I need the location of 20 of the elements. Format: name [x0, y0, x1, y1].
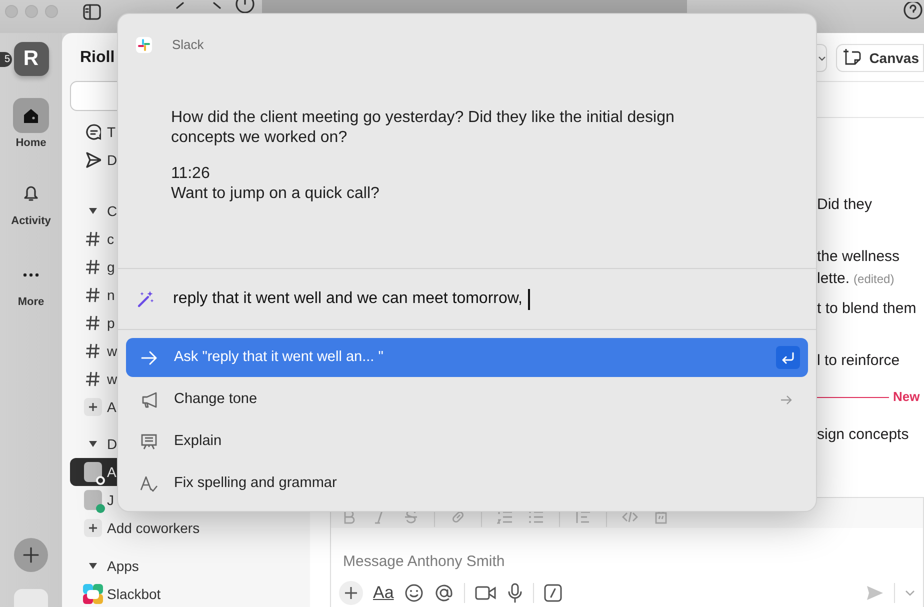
message-text: sign concepts: [817, 425, 910, 445]
message-text: l to reinforce: [817, 351, 901, 371]
new-messages-label: New: [893, 388, 920, 406]
message-text: Want to jump on a quick call?: [171, 184, 380, 204]
item-label: A: [107, 462, 116, 482]
rail-label: More: [18, 295, 44, 310]
item-label: J: [107, 490, 114, 510]
message-text: How did the client meeting go yesterday? Did they like the initial design: [171, 108, 676, 128]
notification-badge: 5: [0, 52, 12, 67]
rail-label: Home: [16, 136, 46, 151]
message-text: 11:26: [171, 164, 211, 184]
edited-label: (edited): [854, 272, 894, 286]
item-label: Slackbot: [107, 584, 161, 604]
rail-label: Activity: [11, 214, 51, 228]
app-name: Slack: [172, 36, 204, 54]
message-text: the wellness: [817, 247, 901, 267]
message-text: Did they: [817, 195, 874, 215]
message-text: concepts we worked on?: [171, 128, 348, 148]
message-text: lette.: [817, 270, 850, 287]
message-text: t to blend them: [817, 299, 918, 319]
